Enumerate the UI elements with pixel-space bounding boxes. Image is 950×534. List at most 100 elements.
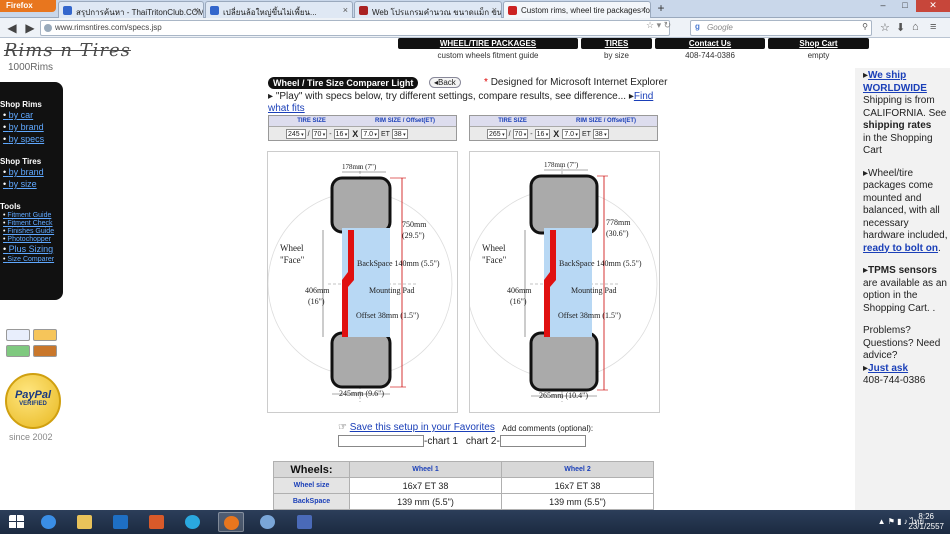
reload-icon[interactable]: ↻	[664, 20, 672, 30]
new-tab-button[interactable]: +	[654, 2, 668, 16]
url-bar[interactable]: www.rimsntires.com/specs.jsp	[40, 20, 670, 36]
topnav-packages-button[interactable]: WHEEL/TIRE PACKAGES	[398, 38, 578, 49]
tire2-rim-select[interactable]: 16	[534, 129, 551, 139]
page-title: Wheel / Tire Size Comparer Light	[268, 77, 419, 89]
just-ask-link[interactable]: Just ask	[868, 363, 908, 374]
start-button[interactable]	[4, 512, 30, 532]
table-header-row: Wheels: Wheel 1 Wheel 2	[273, 461, 654, 478]
close-tab-icon[interactable]: ×	[194, 5, 199, 15]
taskbar-clock[interactable]: 8:26 23/1/2557	[908, 512, 944, 532]
close-tab-icon[interactable]: ×	[641, 5, 646, 15]
chart1-comment-input[interactable]	[338, 435, 424, 447]
tab-label: Custom rims, wheel tire packages for ...	[521, 6, 651, 15]
bullet-arrow-icon: ▸	[268, 91, 274, 102]
site-logo[interactable]: Rims n Tires	[4, 40, 131, 61]
tire1-rim-select[interactable]: 16	[333, 129, 350, 139]
sidebar-link-rims-by-car[interactable]: by car	[0, 110, 63, 120]
tire1-et-select[interactable]: 38	[391, 129, 408, 139]
sidebar-heading-shop-tires: Shop Tires	[0, 157, 42, 166]
favorites-row: ☞ Save this setup in your Favorites	[338, 422, 495, 433]
rim-width-label: 178mm (7")	[342, 163, 377, 171]
hand-pointer-icon: ☞	[338, 422, 347, 433]
close-window-button[interactable]: ✕	[916, 0, 950, 12]
tire1-width-select[interactable]: 245	[286, 129, 306, 139]
sidebar-link-tires-by-size[interactable]: by size	[0, 179, 63, 189]
media-icon	[260, 515, 275, 529]
we-ship-link[interactable]: We ship WORLDWIDE	[863, 70, 927, 94]
close-tab-icon[interactable]: ×	[343, 5, 348, 15]
sidebar-link-rims-by-brand[interactable]: by brand	[0, 122, 63, 132]
rim-width-label: 178mm (7")	[544, 161, 579, 169]
back-button[interactable]: ◂Back	[429, 77, 461, 88]
sidebar-link-fitment-check[interactable]: Fitment Check	[0, 220, 63, 227]
tire2-aspect-select[interactable]: 70	[512, 129, 529, 139]
tire-diameter-in-label: (30.6")	[606, 229, 629, 238]
ie-taskbar-button[interactable]	[36, 512, 62, 532]
search-icon[interactable]: ⚲	[862, 22, 868, 31]
tire2-et-select[interactable]: 38	[592, 129, 609, 139]
wheel2-value: 16x7 ET 38	[501, 477, 654, 494]
sidebar-link-rims-by-specs[interactable]: by specs	[0, 134, 63, 144]
media-taskbar-button[interactable]	[255, 512, 281, 532]
url-bar-icons: ☆ ▾ ↻	[646, 20, 671, 31]
home-icon[interactable]: ⌂	[912, 21, 919, 33]
sidebar-link-tires-by-brand[interactable]: by brand	[0, 167, 63, 177]
topnav-contact-button[interactable]: Contact Us	[655, 38, 765, 49]
outlook-taskbar-button[interactable]	[108, 512, 134, 532]
mounting-pad-label: Mounting Pad	[571, 286, 617, 295]
tire-diameter-mm-label: 750mm	[402, 220, 427, 229]
explorer-taskbar-button[interactable]	[72, 512, 98, 532]
paypal-verified-badge[interactable]: PayPal VERIFIED	[5, 373, 61, 429]
tire-diameter-mm-label: 778mm	[606, 218, 631, 227]
topnav-tires-button[interactable]: TIRES	[581, 38, 652, 49]
browser-tab[interactable]: เปลี่ยนล้อใหญ่ขึ้นไม่เพี้ยน... ×	[205, 1, 353, 18]
skype-taskbar-button[interactable]	[180, 512, 206, 532]
sidebar-link-size-comparer[interactable]: Size Comparer	[0, 256, 63, 263]
browser-tab[interactable]: สรุปการค้นหา - ThaiTritonClub.COM ×	[58, 1, 204, 18]
browser-tab[interactable]: Web โปรแกรมคำนวณ ขนาดแม็ก ขนา... ×	[354, 1, 502, 18]
row-label: BackSpace	[273, 493, 350, 510]
topnav-cart-button[interactable]: Shop Cart	[768, 38, 869, 49]
sidebar-link-finishes-guide[interactable]: Finishes Guide	[0, 228, 63, 235]
sidebar-link-fitment-guide[interactable]: Fitment Guide	[0, 212, 63, 219]
minimize-button[interactable]: –	[872, 0, 894, 12]
firefox-taskbar-button[interactable]	[218, 512, 244, 532]
dropdown-arrow-icon[interactable]: ▾	[657, 20, 662, 30]
skype-icon	[185, 515, 200, 529]
offset-label: Offset 38mm (1.5")	[356, 311, 419, 320]
table-row: Wheel size 16x7 ET 38 16x7 ET 38	[273, 477, 654, 494]
back-arrow-icon[interactable]: ◀	[4, 20, 20, 36]
chart2-comment-input[interactable]	[499, 435, 586, 447]
menu-icon[interactable]: ≡	[930, 21, 936, 33]
tool-icon	[297, 515, 312, 529]
tray-icons[interactable]: ▲ ⚑ ▮ ♪	[878, 517, 908, 526]
maximize-button[interactable]: □	[894, 0, 916, 12]
app-icon	[149, 515, 164, 529]
bookmarks-icon[interactable]: ☆	[880, 21, 890, 34]
tire1-aspect-select[interactable]: 70	[311, 129, 328, 139]
tab-label: Web โปรแกรมคำนวณ ขนาดแม็ก ขนา...	[372, 8, 502, 17]
card-icon	[6, 345, 30, 357]
browser-tab-active[interactable]: Custom rims, wheel tire packages for ...…	[503, 1, 651, 18]
bookmark-star-icon[interactable]: ☆	[646, 20, 654, 30]
tool-taskbar-button[interactable]	[292, 512, 318, 532]
visa-icon	[6, 329, 30, 341]
sidebar-link-photochopper[interactable]: Photochopper	[0, 236, 63, 243]
save-favorites-link[interactable]: Save this setup in your Favorites	[350, 422, 495, 433]
sidebar-link-plus-sizing[interactable]: Plus Sizing	[0, 244, 63, 254]
tire1-rim-width-select[interactable]: 7.0	[361, 129, 379, 139]
separator: -	[530, 130, 533, 138]
firefox-menu-button[interactable]: Firefox	[0, 0, 56, 12]
ready-to-bolt-link[interactable]: ready to bolt on	[863, 243, 938, 254]
table-row: BackSpace 139 mm (5.5") 139 mm (5.5")	[273, 493, 654, 510]
app-taskbar-button[interactable]	[144, 512, 170, 532]
tire2-rim-width-select[interactable]: 7.0	[562, 129, 580, 139]
close-tab-icon[interactable]: ×	[492, 5, 497, 15]
tire2-width-select[interactable]: 265	[487, 129, 507, 139]
forward-arrow-icon[interactable]: ▶	[22, 20, 38, 36]
firefox-icon	[224, 516, 239, 530]
spec-table-header: TIRE SIZE RIM SIZE / Offset(ET)	[470, 116, 657, 127]
download-icon[interactable]: ⬇	[896, 21, 905, 34]
table-head-wheel-2: Wheel 2	[501, 461, 654, 478]
search-bar[interactable]: g Google ⚲	[690, 20, 872, 36]
